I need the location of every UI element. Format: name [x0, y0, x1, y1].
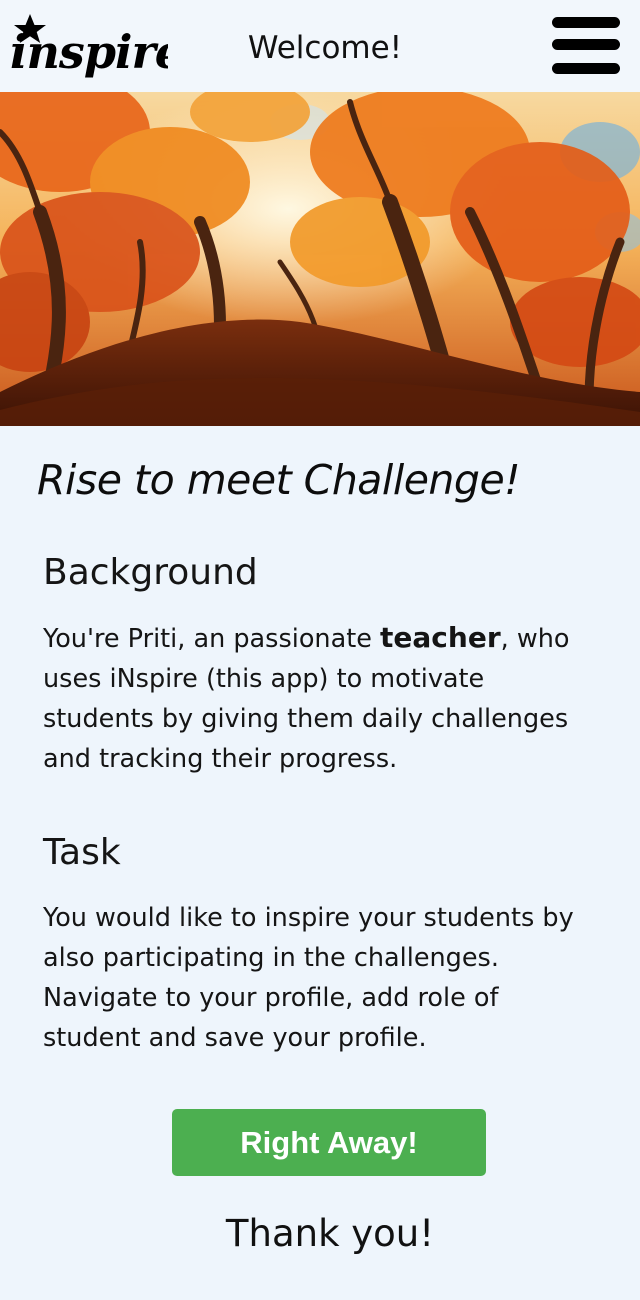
background-title: Background: [43, 552, 258, 593]
right-away-button[interactable]: Right Away!: [172, 1109, 486, 1176]
svg-text:inspire: inspire: [10, 25, 168, 79]
background-text: You're Priti, an passionate teacher, who…: [43, 618, 603, 779]
teacher-emphasis: teacher: [380, 621, 501, 654]
task-text: You would like to inspire your students …: [43, 903, 574, 1053]
welcome-title: Welcome!: [247, 30, 403, 66]
app-header: inspire Welcome!: [0, 0, 640, 92]
hero-image: [0, 92, 640, 426]
inspire-logo[interactable]: inspire: [8, 12, 168, 82]
headline: Rise to meet Challenge!: [37, 456, 521, 504]
background-text-start: You're Priti, an passionate: [43, 624, 381, 654]
hamburger-menu-icon[interactable]: [548, 14, 624, 78]
autumn-forest-image: [0, 92, 640, 426]
task-title: Task: [43, 832, 121, 873]
thank-you-text: Thank you!: [225, 1212, 435, 1255]
main-content: Rise to meet Challenge! Background You'r…: [0, 456, 640, 1300]
